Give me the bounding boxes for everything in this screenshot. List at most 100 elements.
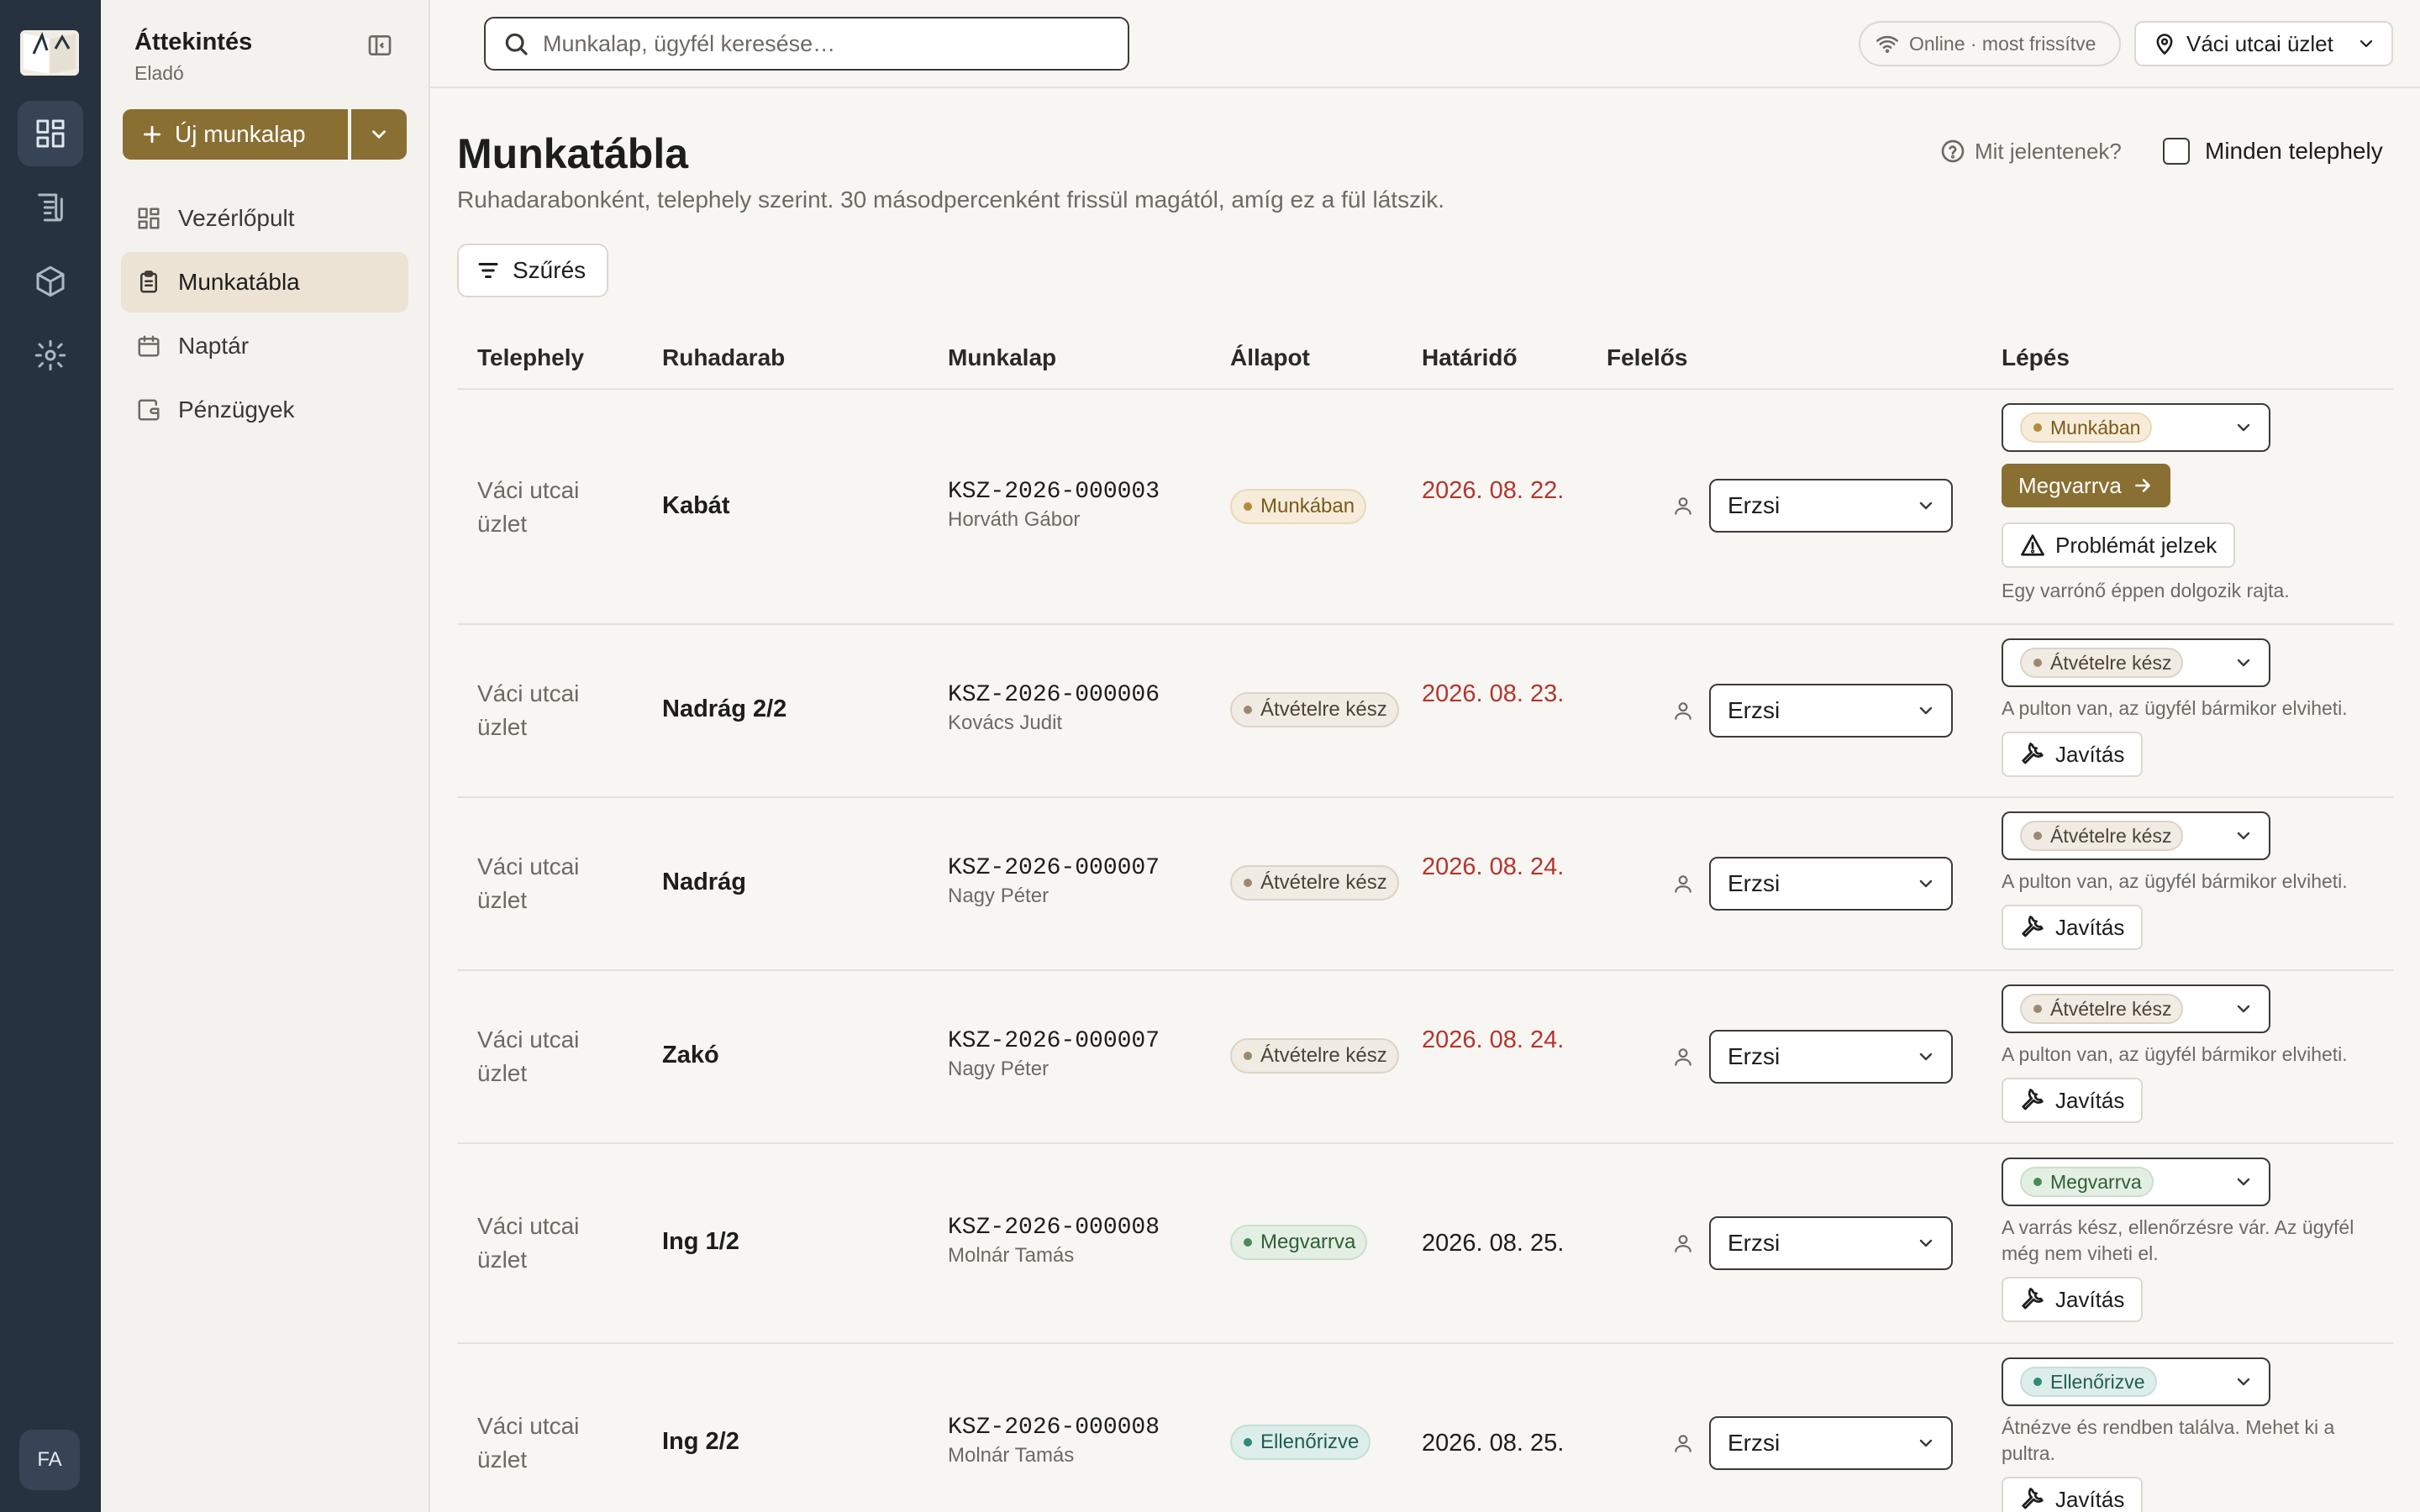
table-row[interactable]: Váci utcai üzlet Kabát KSZ-2026-000003 H… bbox=[457, 390, 2393, 625]
repair-label: Javítás bbox=[2055, 914, 2125, 940]
person-icon bbox=[1675, 497, 1691, 515]
map-pin-icon bbox=[2156, 34, 2173, 55]
repair-wrap: Javítás bbox=[2002, 732, 2388, 777]
customer-name: Kovács Judit bbox=[948, 711, 1063, 734]
worksheet-code[interactable]: KSZ-2026-000007 bbox=[948, 1028, 1160, 1054]
status-text: Ellenőrizve bbox=[2050, 1370, 2145, 1393]
table-row[interactable]: Váci utcai üzlet Nadrág 2/2 KSZ-2026-000… bbox=[457, 625, 2393, 798]
owner-select[interactable]: Erzsi bbox=[1709, 479, 1953, 533]
column-header[interactable]: Felelős bbox=[1607, 344, 1687, 371]
row-deadline: 2026. 08. 23. bbox=[1422, 680, 1565, 707]
chevron-down-icon bbox=[2237, 832, 2250, 840]
column-header[interactable]: Állapot bbox=[1230, 344, 1310, 371]
connection-status-text: Online · most frissítve bbox=[1909, 32, 2096, 55]
new-worksheet-button[interactable]: Új munkalap bbox=[123, 109, 348, 160]
collapse-sidebar-icon[interactable] bbox=[366, 32, 393, 59]
step-status-select[interactable]: Ellenőrizve bbox=[2002, 1357, 2270, 1406]
status-text: Átvételre kész bbox=[1260, 1044, 1387, 1067]
user-avatar[interactable]: FA bbox=[19, 1430, 80, 1490]
column-header[interactable]: Határidő bbox=[1422, 344, 1518, 371]
column-header[interactable]: Telephely bbox=[477, 344, 584, 371]
chevron-down-icon bbox=[2237, 659, 2250, 667]
new-worksheet-dropdown-button[interactable] bbox=[351, 109, 407, 160]
repair-button[interactable]: Javítás bbox=[2002, 905, 2144, 950]
owner-select[interactable]: Erzsi bbox=[1709, 684, 1953, 738]
row-worksheet[interactable]: KSZ-2026-000008 Molnár Tamás bbox=[948, 1215, 1160, 1268]
repair-button[interactable]: Javítás bbox=[2002, 1477, 2144, 1512]
owner-select-value: Erzsi bbox=[1728, 492, 1781, 518]
step-status-select[interactable]: Megvarrva bbox=[2002, 1158, 2270, 1206]
sidebar-item-worktable[interactable]: Munkatábla bbox=[121, 252, 408, 312]
status-badge: Megvarrva bbox=[1230, 1225, 1368, 1260]
row-worksheet[interactable]: KSZ-2026-000007 Nagy Péter bbox=[948, 855, 1160, 908]
worksheet-code[interactable]: KSZ-2026-000003 bbox=[948, 479, 1160, 505]
report-problem-button[interactable]: Problémát jelzek bbox=[2002, 522, 2236, 568]
sidebar-item-calendar[interactable]: Naptár bbox=[121, 316, 408, 376]
advance-step-label: Megvarrva bbox=[2018, 472, 2122, 498]
step-status-select[interactable]: Munkában bbox=[2002, 403, 2270, 452]
worksheet-code[interactable]: KSZ-2026-000008 bbox=[948, 1215, 1160, 1241]
rail-settings-icon[interactable] bbox=[18, 323, 83, 388]
help-link[interactable]: Mit jelentenek? bbox=[1939, 138, 2122, 165]
table-row[interactable]: Váci utcai üzlet Zakó KSZ-2026-000007 Na… bbox=[457, 971, 2393, 1144]
owner-select[interactable]: Erzsi bbox=[1709, 1216, 1953, 1270]
row-worksheet[interactable]: KSZ-2026-000007 Nagy Péter bbox=[948, 1028, 1160, 1081]
search-box[interactable] bbox=[484, 17, 1129, 71]
filter-button[interactable]: Szűrés bbox=[457, 244, 608, 297]
owner-select[interactable]: Erzsi bbox=[1709, 1416, 1953, 1470]
chevron-down-icon bbox=[372, 130, 386, 139]
step-hint: A pulton van, az ügyfél bármikor elvihet… bbox=[2002, 1043, 2348, 1065]
table-row[interactable]: Váci utcai üzlet Ing 1/2 KSZ-2026-000008… bbox=[457, 1144, 2393, 1344]
row-garment: Nadrág 2/2 bbox=[662, 696, 787, 722]
row-owner: Erzsi bbox=[1672, 857, 1953, 911]
sidebar-item-label: Munkatábla bbox=[178, 269, 300, 295]
chevron-down-icon bbox=[2360, 39, 2373, 48]
step-status-select[interactable]: Átvételre kész bbox=[2002, 638, 2270, 687]
sidebar-item-dashboard[interactable]: Vezérlőpult bbox=[121, 188, 408, 249]
owner-select-value: Erzsi bbox=[1728, 870, 1781, 896]
worksheet-code[interactable]: KSZ-2026-000008 bbox=[948, 1415, 1160, 1441]
step-status-select[interactable]: Átvételre kész bbox=[2002, 984, 2270, 1033]
store-selector[interactable]: Váci utcai üzlet bbox=[2134, 21, 2393, 66]
report-problem-label: Problémát jelzek bbox=[2055, 532, 2217, 558]
search-input[interactable] bbox=[543, 30, 1081, 57]
row-step: Átvételre kész A pulton van, az ügyfél b… bbox=[2002, 984, 2388, 1123]
worksheet-code[interactable]: KSZ-2026-000007 bbox=[948, 855, 1160, 881]
row-worksheet[interactable]: KSZ-2026-000008 Molnár Tamás bbox=[948, 1415, 1160, 1467]
status-dot bbox=[2033, 1378, 2042, 1386]
chevron-down-icon bbox=[1919, 501, 1933, 510]
column-header[interactable]: Munkalap bbox=[948, 344, 1056, 371]
filter-label: Szűrés bbox=[513, 257, 587, 283]
row-worksheet[interactable]: KSZ-2026-000003 Horváth Gábor bbox=[948, 479, 1160, 532]
row-status: Megvarrva bbox=[1230, 1225, 1368, 1260]
all-sites-checkbox[interactable] bbox=[2163, 138, 2190, 165]
all-sites-toggle[interactable]: Minden telephely bbox=[2163, 138, 2383, 165]
rail-dashboard-icon[interactable] bbox=[18, 101, 83, 166]
person-icon bbox=[1675, 1048, 1691, 1066]
calendar-icon bbox=[138, 335, 160, 357]
table-row[interactable]: Váci utcai üzlet Nadrág KSZ-2026-000007 … bbox=[457, 798, 2393, 971]
row-step: Átvételre kész A pulton van, az ügyfél b… bbox=[2002, 638, 2388, 777]
page-title: Munkatábla bbox=[457, 130, 689, 177]
advance-step-button[interactable]: Megvarrva bbox=[2002, 464, 2170, 507]
step-status-select[interactable]: Átvételre kész bbox=[2002, 811, 2270, 860]
row-worksheet[interactable]: KSZ-2026-000006 Kovács Judit bbox=[948, 682, 1160, 735]
customer-name: Horváth Gábor bbox=[948, 508, 1081, 531]
repair-button[interactable]: Javítás bbox=[2002, 1277, 2144, 1322]
chevron-down-icon bbox=[1919, 1439, 1933, 1447]
filter-icon bbox=[478, 263, 498, 278]
owner-select[interactable]: Erzsi bbox=[1709, 1030, 1953, 1084]
column-header[interactable]: Lépés bbox=[2002, 344, 2070, 371]
rail-scroll-icon[interactable] bbox=[18, 175, 83, 240]
arrow-right-icon bbox=[2134, 479, 2150, 492]
sidebar-item-finances[interactable]: Pénzügyek bbox=[121, 380, 408, 440]
worksheet-code[interactable]: KSZ-2026-000006 bbox=[948, 682, 1160, 708]
repair-wrap: Javítás bbox=[2002, 1477, 2388, 1512]
owner-select[interactable]: Erzsi bbox=[1709, 857, 1953, 911]
column-header[interactable]: Ruhadarab bbox=[662, 344, 785, 371]
icon-rail: FA bbox=[0, 0, 101, 1512]
table-row[interactable]: Váci utcai üzlet Ing 2/2 KSZ-2026-000008… bbox=[457, 1344, 2393, 1512]
repair-button[interactable]: Javítás bbox=[2002, 732, 2144, 777]
rail-package-icon[interactable] bbox=[18, 249, 83, 314]
repair-button[interactable]: Javítás bbox=[2002, 1078, 2144, 1123]
